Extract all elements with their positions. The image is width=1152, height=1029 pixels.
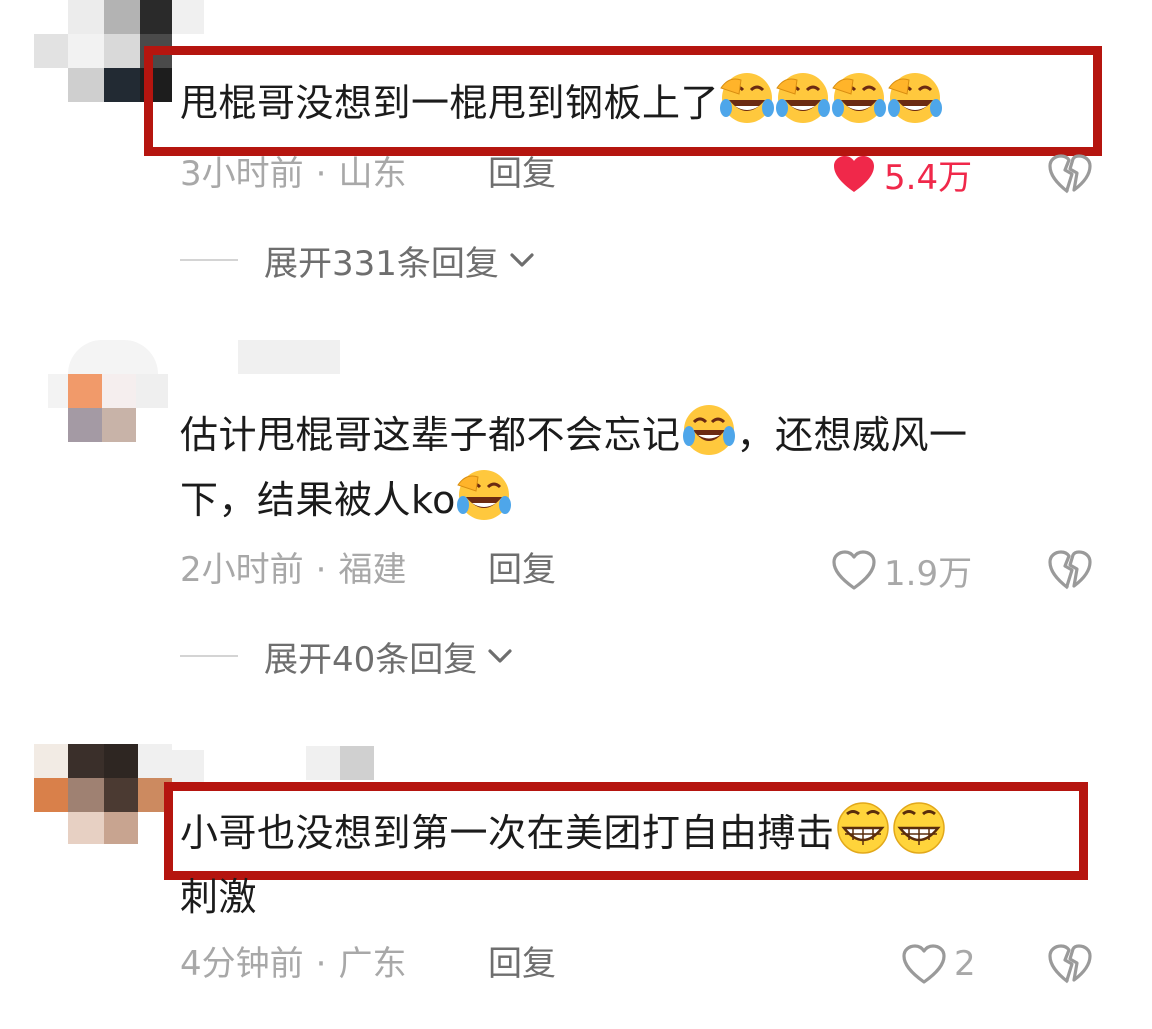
reply-button[interactable]: 回复 [488,942,556,986]
broken-heart-icon[interactable] [1046,548,1094,592]
meta-separator: · [315,550,327,590]
laughing-crying-emoji [456,467,512,523]
divider-line [180,259,238,261]
heart-filled-icon [830,152,878,196]
laughing-crying-emoji [887,70,943,126]
comment-meta: 2小时前 · 福建 [180,548,406,592]
broken-heart-icon[interactable] [1046,942,1094,986]
grinning-emoji [891,800,947,856]
like-count: 5.4万 [884,157,973,198]
comment-location: 山东 [338,154,407,194]
reply-button[interactable]: 回复 [488,152,556,196]
meta-separator: · [315,944,327,984]
comment-time: 3小时前 [180,154,304,194]
username-blurred[interactable] [238,340,340,374]
like-count: 2 [954,944,976,984]
comment-meta: 3小时前 · 山东 [180,152,406,196]
broken-heart-icon[interactable] [1046,152,1094,196]
tears-of-joy-emoji [681,402,737,458]
laughing-crying-emoji [831,70,887,126]
chevron-down-icon [505,243,539,277]
expand-replies-label: 展开40条回复 [264,639,478,680]
comment-meta: 4分钟前 · 广东 [180,942,406,986]
username-blurred[interactable] [306,746,340,780]
grinning-emoji [835,800,891,856]
comment-text: 估计甩棍哥这辈子都不会忘记 ，还想威风一 下，结果被人ko [180,402,1112,532]
comment-item: 小哥也没想到第一次在美团打自由搏击 刺激 4分钟前 · 广东 回复 2 [0,730,1152,1029]
chevron-down-icon [483,639,517,673]
like-count: 1.9万 [884,553,973,594]
username-blurred[interactable] [172,0,204,34]
comment-text: 甩棍哥没想到一棍甩到钢板上了 [180,70,1112,135]
comment-text: 小哥也没想到第一次在美团打自由搏击 刺激 [180,800,1112,929]
expand-replies-button[interactable]: 展开40条回复 [180,634,517,680]
divider-line [180,655,238,657]
meta-separator: · [315,154,327,194]
avatar[interactable] [34,744,172,844]
reply-button[interactable]: 回复 [488,548,556,592]
laughing-crying-emoji [775,70,831,126]
comment-time: 2小时前 [180,550,304,590]
comment-location: 福建 [338,550,407,590]
comment-time: 4分钟前 [180,944,304,984]
username-blurred[interactable] [340,746,374,780]
avatar[interactable] [48,340,168,444]
username-blurred[interactable] [172,750,204,784]
like-button[interactable]: 2 [900,942,976,986]
expand-replies-button[interactable]: 展开331条回复 [180,238,539,284]
laughing-crying-emoji [719,70,775,126]
expand-replies-label: 展开331条回复 [264,243,499,284]
like-button[interactable]: 5.4万 [830,152,973,198]
heart-icon [830,548,878,592]
comment-item: 估计甩棍哥这辈子都不会忘记 ，还想威风一 下，结果被人ko 2小时前 · 福建 回复 … [0,330,1152,700]
like-button[interactable]: 1.9万 [830,548,973,594]
comment-item: 甩棍哥没想到一棍甩到钢板上了 3小时前 · 山东 回复 5.4万 展开331条回复 [0,0,1152,300]
comment-location: 广东 [338,944,407,984]
heart-icon [900,942,948,986]
